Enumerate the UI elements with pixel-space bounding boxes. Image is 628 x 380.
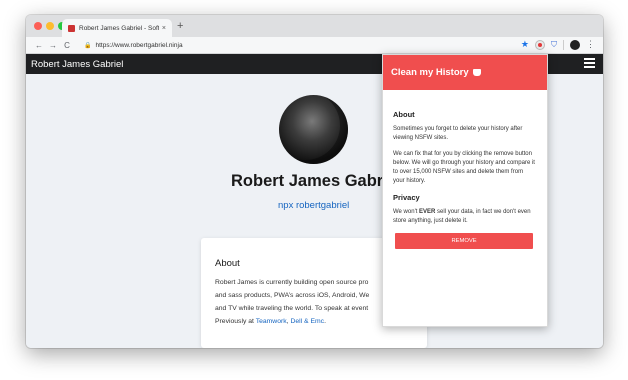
remove-button[interactable]: REMOVE bbox=[395, 233, 533, 249]
back-button[interactable]: ← bbox=[32, 41, 46, 50]
tab-title: Robert James Gabriel - Softw bbox=[79, 24, 159, 32]
bookmark-star-icon[interactable]: ★ bbox=[521, 39, 529, 50]
tab-bar: Robert James Gabriel - Softw × + bbox=[26, 15, 603, 37]
popup-body: About Sometimes you forget to delete you… bbox=[383, 90, 547, 249]
page-title: Robert James Gabri bbox=[231, 172, 388, 190]
browser-toolbar: ← → C 🔒 https://www.robertgabriel.ninja … bbox=[26, 37, 603, 54]
lock-icon: 🔒 bbox=[84, 42, 92, 49]
npx-command: npx robertgabriel bbox=[278, 200, 350, 211]
about-section-heading: About bbox=[393, 110, 415, 119]
browser-window: Robert James Gabriel - Softw × + ← → C 🔒… bbox=[26, 15, 603, 348]
site-brand[interactable]: Robert James Gabriel bbox=[31, 59, 123, 70]
bathtub-icon bbox=[472, 69, 481, 76]
toolbar-actions: ★ ⛉ ⋮ bbox=[521, 39, 595, 50]
shield-extension-icon[interactable]: ⛉ bbox=[551, 40, 557, 50]
profile-photo bbox=[279, 95, 348, 164]
privacy-section: Privacy We won't EVER sell your data, in… bbox=[393, 193, 535, 226]
about-paragraph: Sometimes you forget to delete your hist… bbox=[393, 126, 523, 141]
url-text[interactable]: https://www.robertgabriel.ninja bbox=[95, 42, 182, 49]
privacy-paragraph: We won't EVER sell your data, in fact we… bbox=[393, 209, 531, 224]
about-paragraph: We can fix that for you by clicking the … bbox=[393, 151, 535, 184]
record-extension-icon[interactable] bbox=[535, 39, 545, 50]
extension-popup: Clean my History About Sometimes you for… bbox=[382, 54, 548, 327]
site-favicon-icon bbox=[68, 24, 75, 32]
popup-title: Clean my History bbox=[391, 67, 469, 78]
popup-header: Clean my History bbox=[383, 55, 547, 90]
browser-tab[interactable]: Robert James Gabriel - Softw × bbox=[62, 19, 172, 37]
tab-close-icon[interactable]: × bbox=[162, 25, 166, 32]
close-window-button[interactable] bbox=[34, 22, 42, 30]
reload-button[interactable]: C bbox=[60, 41, 74, 50]
toolbar-divider bbox=[563, 39, 564, 50]
minimize-window-button[interactable] bbox=[46, 22, 54, 30]
hamburger-menu-icon[interactable] bbox=[584, 58, 595, 68]
browser-menu-icon[interactable]: ⋮ bbox=[586, 39, 595, 50]
teamwork-link[interactable]: Teamwork bbox=[256, 318, 287, 325]
profile-avatar[interactable] bbox=[570, 39, 580, 50]
dell-emc-link[interactable]: Dell & Emc bbox=[290, 318, 324, 325]
forward-button[interactable]: → bbox=[46, 41, 60, 50]
privacy-heading: Privacy bbox=[393, 193, 420, 202]
new-tab-button[interactable]: + bbox=[177, 19, 183, 33]
address-bar[interactable]: 🔒 https://www.robertgabriel.ninja bbox=[84, 42, 183, 49]
